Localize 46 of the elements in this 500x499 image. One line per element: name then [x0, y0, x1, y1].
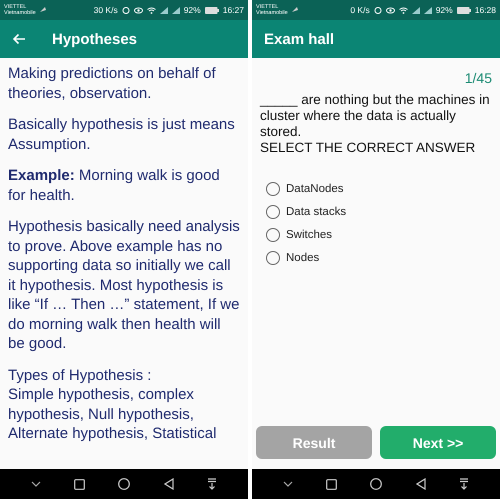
- option-label: Switches: [286, 229, 332, 241]
- radio-button[interactable]: [266, 251, 280, 265]
- notification-icon: [292, 7, 298, 13]
- eye-icon: [134, 6, 143, 14]
- battery-percentage: 92%: [436, 5, 453, 15]
- option-label: DataNodes: [286, 183, 344, 195]
- alarm-icon: [374, 6, 382, 14]
- paragraph: Hypothesis basically need analysis to prove. Above example has no supporting data so initially we call it hypothesis. Most hypothesis is like “If … Then …” statement, If we do morning walk then health will be good.: [8, 217, 240, 354]
- paragraph: Example: Morning walk is good for health.: [8, 166, 221, 205]
- back-arrow-icon[interactable]: [12, 33, 26, 45]
- next-button[interactable]: Next >>: [380, 426, 496, 459]
- screen-title: Hypotheses: [52, 30, 138, 48]
- wifi-icon: [398, 6, 408, 14]
- option-label: Nodes: [286, 252, 320, 264]
- notification-icon: [40, 7, 46, 13]
- clock-time: 16:27: [222, 5, 244, 15]
- option-label: Data stacks: [286, 206, 346, 218]
- screen-title: Exam hall: [264, 30, 334, 48]
- chevron-down-icon: [282, 481, 293, 487]
- chevron-down-icon: [30, 481, 41, 487]
- alarm-icon: [122, 6, 130, 14]
- question-counter: 1/45: [464, 70, 492, 86]
- paragraph: Basically hypothesis is just means Assumption.: [8, 115, 236, 154]
- clock-time: 16:28: [474, 5, 496, 15]
- home-icon[interactable]: [118, 478, 130, 490]
- recent-apps-icon[interactable]: [74, 478, 86, 490]
- wifi-icon: [146, 6, 156, 14]
- radio-button[interactable]: [266, 182, 280, 196]
- battery-icon: [204, 6, 219, 14]
- recent-apps-icon[interactable]: [326, 478, 338, 490]
- notification-pull-icon[interactable]: [207, 478, 218, 490]
- instruction-text: SELECT THE CORRECT ANSWER: [260, 140, 476, 156]
- radio-button[interactable]: [266, 205, 280, 219]
- network-speed: 0 K/s: [350, 5, 370, 15]
- back-icon[interactable]: [164, 478, 174, 490]
- eye-icon: [386, 6, 395, 14]
- question-text: _____ are nothing but the machines in cluster where the data is actually stored.: [260, 92, 491, 140]
- network-speed: 30 K/s: [94, 5, 118, 15]
- paragraph: Types of Hypothesis : Simple hypothesis, complex hypothesis, Null hypothesis, Alternate hypothesis, Statistical: [8, 366, 218, 444]
- back-icon[interactable]: [416, 478, 426, 490]
- battery-icon: [456, 6, 471, 14]
- radio-button[interactable]: [266, 228, 280, 242]
- home-icon[interactable]: [370, 478, 382, 490]
- battery-percentage: 92%: [184, 5, 201, 15]
- paragraph: Making predictions on behalf of theories, observation.: [8, 64, 217, 103]
- notification-pull-icon[interactable]: [459, 478, 470, 490]
